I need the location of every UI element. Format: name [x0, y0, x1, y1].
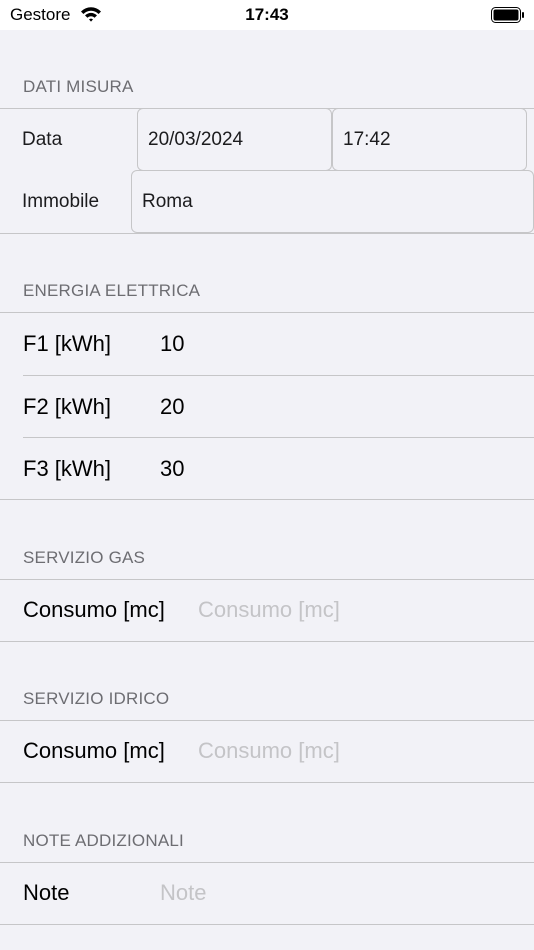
- battery-icon: [491, 7, 525, 28]
- energia-row-f3[interactable]: F3 [kWh] 30: [0, 438, 534, 500]
- gas-group: Consumo [mc] Consumo [mc]: [0, 579, 534, 642]
- note-label: Note: [23, 880, 70, 905]
- immobile-label: Immobile: [22, 191, 100, 212]
- f1-input[interactable]: 10: [160, 331, 184, 357]
- section-header-note: NOTE ADDIZIONALI: [23, 831, 184, 850]
- time-value: 17:42: [343, 128, 391, 150]
- energia-group: F1 [kWh] 10 F2 [kWh] 20 F3 [kWh] 30: [0, 312, 534, 500]
- idrico-consumo-input[interactable]: Consumo [mc]: [198, 738, 340, 764]
- time-field[interactable]: 17:42: [332, 108, 527, 171]
- f2-input[interactable]: 20: [160, 394, 184, 420]
- section-header-gas: SERVIZIO GAS: [23, 548, 146, 567]
- section-header-idrico: SERVIZIO IDRICO: [23, 689, 170, 708]
- gas-consumo-label: Consumo [mc]: [23, 597, 165, 622]
- f3-label: F3 [kWh]: [23, 456, 112, 481]
- idrico-consumo-label: Consumo [mc]: [23, 738, 165, 763]
- gas-consumo-input[interactable]: Consumo [mc]: [198, 597, 340, 623]
- section-header-energia: ENERGIA ELETTRICA: [23, 281, 201, 300]
- clock: 17:43: [245, 5, 289, 24]
- f2-label: F2 [kWh]: [23, 394, 112, 419]
- idrico-group: Consumo [mc] Consumo [mc]: [0, 720, 534, 783]
- data-label: Data: [22, 129, 63, 150]
- f1-label: F1 [kWh]: [23, 331, 112, 356]
- section-header-dati-misura: DATI MISURA: [23, 77, 134, 96]
- note-input[interactable]: Note: [160, 880, 206, 906]
- date-field[interactable]: 20/03/2024: [137, 108, 332, 171]
- status-bar: Gestore 17:43: [0, 0, 534, 30]
- note-group: Note Note: [0, 862, 534, 925]
- date-value: 20/03/2024: [148, 128, 244, 150]
- immobile-value: Roma: [142, 190, 193, 212]
- immobile-field[interactable]: Roma: [131, 170, 534, 233]
- energia-row-f2[interactable]: F2 [kWh] 20: [0, 376, 534, 438]
- dati-misura-group: Data 20/03/2024 17:42 Immobile Roma: [0, 108, 534, 234]
- f3-input[interactable]: 30: [160, 456, 184, 482]
- energia-row-f1[interactable]: F1 [kWh] 10: [0, 313, 534, 375]
